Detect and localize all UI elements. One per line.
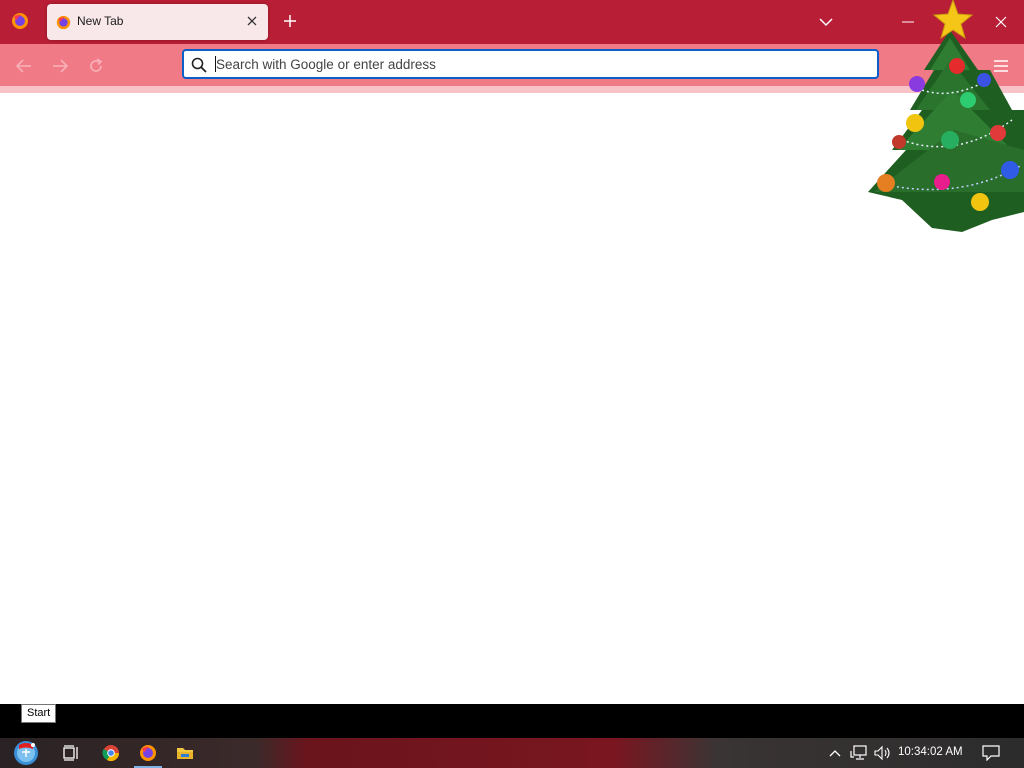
search-input[interactable] (216, 54, 866, 74)
firefox-icon (56, 15, 71, 30)
back-button[interactable] (13, 55, 35, 77)
volume-icon (874, 745, 890, 761)
chevron-up-icon (829, 750, 841, 757)
tab-new-tab[interactable]: New Tab (47, 4, 268, 40)
firefox-icon (140, 745, 156, 761)
reload-button[interactable] (85, 55, 107, 77)
file-explorer-icon (177, 748, 193, 759)
action-center-button[interactable] (982, 744, 1000, 762)
arrow-right-icon (53, 59, 68, 73)
tooltip-band (0, 704, 1024, 738)
address-bar[interactable] (182, 49, 879, 79)
chrome-taskbar-button[interactable] (98, 741, 124, 765)
task-view-icon (63, 745, 78, 761)
start-tooltip: Start (21, 704, 57, 723)
close-icon[interactable] (244, 13, 260, 29)
plus-icon (284, 15, 296, 27)
reload-icon (90, 58, 103, 72)
firefox-menu-icon[interactable] (8, 9, 32, 33)
list-all-tabs-button[interactable] (815, 11, 837, 33)
task-view-button[interactable] (58, 741, 84, 765)
arrow-left-icon (16, 59, 31, 73)
show-hidden-icons-button[interactable] (826, 744, 844, 762)
start-button[interactable] (13, 741, 39, 765)
taskbar-clock[interactable]: 10:34:02 AM (898, 746, 963, 758)
christmas-tree-decoration (868, 0, 1024, 232)
search-icon (191, 57, 207, 73)
network-icon (850, 745, 867, 760)
network-button[interactable] (850, 744, 868, 762)
volume-button[interactable] (874, 744, 892, 762)
tab-title: New Tab (77, 14, 124, 28)
taskbar: 10:34:02 AM (0, 738, 1024, 768)
forward-button[interactable] (49, 55, 71, 77)
notification-icon (982, 745, 1000, 761)
file-explorer-button[interactable] (172, 741, 198, 765)
start-icon (14, 741, 38, 765)
chrome-icon (102, 745, 120, 762)
firefox-taskbar-button[interactable] (135, 741, 161, 765)
new-tab-button[interactable] (279, 10, 301, 32)
chevron-down-icon (819, 18, 833, 27)
text-caret (215, 56, 216, 72)
